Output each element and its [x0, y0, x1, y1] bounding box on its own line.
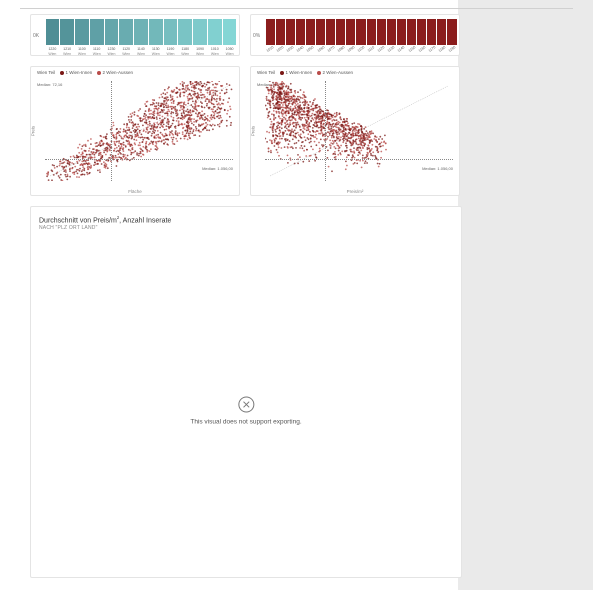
- legend-swatch-2: [97, 71, 101, 75]
- bar-left-secondary: Wien: [89, 52, 104, 56]
- bar-right-category: 1060: [315, 44, 326, 53]
- bar-right-category: 1120: [376, 44, 387, 53]
- bar-left-category: 1180: [178, 47, 193, 51]
- scatter-legend: Wien Teil 1 Wien-Innen 2 Wien-Aussen: [37, 70, 133, 75]
- scatter-left-xlabel: Fläche: [128, 189, 142, 194]
- bar-left-secondary: Wien: [75, 52, 90, 56]
- bar-left-category: 1210: [60, 47, 75, 51]
- bar-right-category: 1040: [295, 44, 306, 53]
- bar-left-secondary: Wien: [148, 52, 163, 56]
- bar-left-axis-label: 0K: [33, 33, 39, 39]
- bar-right-category: 1130: [386, 44, 397, 53]
- bar-left-secondary: Wien: [104, 52, 119, 56]
- bar-left-secondary: Wien: [119, 52, 134, 56]
- bar-chart-right[interactable]: 0% 1010102010301040105010601070108010901…: [250, 14, 460, 56]
- right-sidebar: [458, 0, 593, 590]
- bar-left-category: 1050: [222, 47, 237, 51]
- bar-left-secondary: Wien: [60, 52, 75, 56]
- error-tile-subtitle: NACH "PLZ ORT LAND": [39, 225, 98, 231]
- legend-swatch-2: [317, 71, 321, 75]
- scatter-left-plot: [45, 81, 233, 181]
- legend-swatch-1: [60, 71, 64, 75]
- bar-left-secondary: Wien: [178, 52, 193, 56]
- error-icon: [238, 396, 254, 412]
- scatter-right[interactable]: Wien Teil 1 Wien-Innen 2 Wien-Aussen Med…: [250, 66, 460, 196]
- bar-right-category: 1020: [275, 44, 286, 53]
- bar-left-category: 1190: [163, 47, 178, 51]
- bar-right-axis-label: 0%: [253, 33, 260, 39]
- scatter-right-ylabel: Preis: [251, 126, 256, 136]
- bar-left-secondary: Wien: [163, 52, 178, 56]
- bar-right-category: 1070: [325, 44, 336, 53]
- scatter-left-ylabel: Preis: [31, 126, 36, 136]
- bar-left-category: 1220: [45, 47, 60, 51]
- bar-left-category: 1130: [148, 47, 163, 51]
- bar-left-category: 1110: [89, 47, 104, 51]
- bar-right-category: 1100: [356, 44, 367, 53]
- bar-left-secondary: Wien: [222, 52, 237, 56]
- bar-left-category: 1010: [207, 47, 222, 51]
- bar-right-category: 1150: [406, 44, 417, 53]
- map-visual-error-tile[interactable]: Durchschnitt von Preis/m2, Anzahl Insera…: [30, 206, 462, 578]
- legend-swatch-1: [280, 71, 284, 75]
- bar-right-category: 1090: [346, 44, 357, 53]
- bar-left-category: 1100: [75, 47, 90, 51]
- bar-left-secondary: Wien: [45, 52, 60, 56]
- bar-right-category: 1170: [427, 44, 438, 53]
- bar-right-category: 1030: [285, 44, 296, 53]
- bar-left-category: 1140: [134, 47, 149, 51]
- bar-left-category: 1120: [119, 47, 134, 51]
- scatter-right-plot: [265, 81, 453, 181]
- scatter-legend: Wien Teil 1 Wien-Innen 2 Wien-Aussen: [257, 70, 353, 75]
- error-message: This visual does not support exporting.: [190, 418, 301, 425]
- bar-right-category: 1080: [336, 44, 347, 53]
- bar-right-category: 1050: [305, 44, 316, 53]
- bar-chart-left[interactable]: 0K 1220121011001110123011201140113011901…: [30, 14, 240, 56]
- bar-right-category: 1180: [437, 44, 448, 53]
- bar-right-category: 1110: [366, 44, 377, 53]
- bar-right-category: 1010: [265, 44, 276, 53]
- bar-right-category: 1190: [447, 44, 458, 53]
- scatter-right-xlabel: Preis/m²: [347, 189, 364, 194]
- bar-left-secondary: Wien: [134, 52, 149, 56]
- bar-left-category: 1090: [193, 47, 208, 51]
- bar-right-category: 1140: [396, 44, 407, 53]
- scatter-left[interactable]: Wien Teil 1 Wien-Innen 2 Wien-Aussen Med…: [30, 66, 240, 196]
- error-tile-title: Durchschnitt von Preis/m2, Anzahl Insera…: [39, 215, 171, 224]
- bar-left-secondary: Wien: [207, 52, 222, 56]
- bar-left-category: 1230: [104, 47, 119, 51]
- bar-left-secondary: Wien: [193, 52, 208, 56]
- bar-right-category: 1160: [416, 44, 427, 53]
- top-divider: [20, 8, 573, 9]
